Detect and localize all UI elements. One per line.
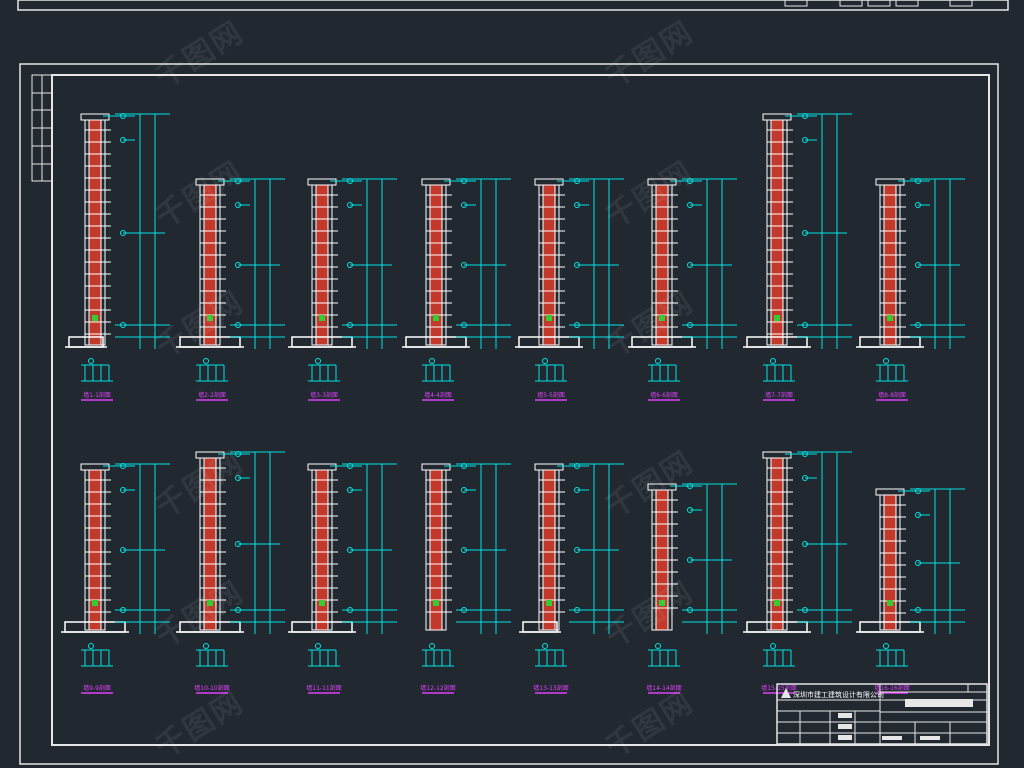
wall-section-detail: 墙12-12剖面 [420,463,511,694]
section-label: 墙14-14剖面 [646,684,681,692]
wall-section-detail: 墙10-10剖面 [176,451,285,694]
wall-section-detail: 墙15-15剖面 [743,451,852,694]
wall-section-detail: 墙2-2剖面 [176,178,285,401]
section-label: 墙12-12剖面 [420,684,455,692]
sheet-inner-frame [51,74,990,746]
wall-section-detail: 墙11-11剖面 [288,463,397,694]
section-label: 墙10-10剖面 [194,684,229,692]
section-label: 墙1-1剖面 [83,391,111,399]
wall-section-detail: 墙14-14剖面 [646,483,737,694]
wall-section-detail: 墙13-13剖面 [519,463,624,694]
section-label: 墙13-13剖面 [533,684,568,692]
wall-section-detail: 墙8-8剖面 [856,178,965,401]
section-label: 墙8-8剖面 [878,391,906,399]
section-label: 墙6-6剖面 [650,391,678,399]
wall-section-detail: 墙5-5剖面 [515,178,624,401]
cad-drawing-canvas[interactable]: 墙1-1剖面 墙2-2剖面 墙3-3剖面 墙4-4剖面 墙5-5剖面 墙6-6剖面 墙7-7… [0,0,1024,768]
section-label: 墙15-15剖面 [761,684,796,692]
section-label: 墙11-11剖面 [306,684,341,692]
section-label: 墙9-9剖面 [83,684,111,692]
wall-section-detail: 墙4-4剖面 [402,178,511,401]
wall-section-detail: 墙16-16剖面 [856,488,965,694]
sheet-outer-frame [19,63,999,765]
wall-section-detail: 墙9-9剖面 [61,463,170,694]
binding-strip [31,74,53,182]
section-label: 墙4-4剖面 [424,391,452,399]
section-label: 墙3-3剖面 [310,391,338,399]
top-title-strip [17,0,1009,11]
wall-section-detail: 墙3-3剖面 [288,178,397,401]
section-label: 墙2-2剖面 [198,391,226,399]
wall-sections-layer: 墙1-1剖面 墙2-2剖面 墙3-3剖面 墙4-4剖面 墙5-5剖面 墙6-6剖面 墙7-7… [61,113,965,694]
title-block-company: 深圳市建工建筑设计有限公司 [793,691,884,699]
section-label: 墙5-5剖面 [537,391,565,399]
wall-section-detail: 墙1-1剖面 [65,113,170,401]
wall-section-detail: 墙7-7剖面 [743,113,852,401]
wall-section-detail: 墙6-6剖面 [628,178,737,401]
section-label: 墙7-7剖面 [765,391,793,399]
cad-drawing-viewport[interactable]: 墙1-1剖面 墙2-2剖面 墙3-3剖面 墙4-4剖面 墙5-5剖面 墙6-6剖面 墙7-7… [0,0,1024,768]
